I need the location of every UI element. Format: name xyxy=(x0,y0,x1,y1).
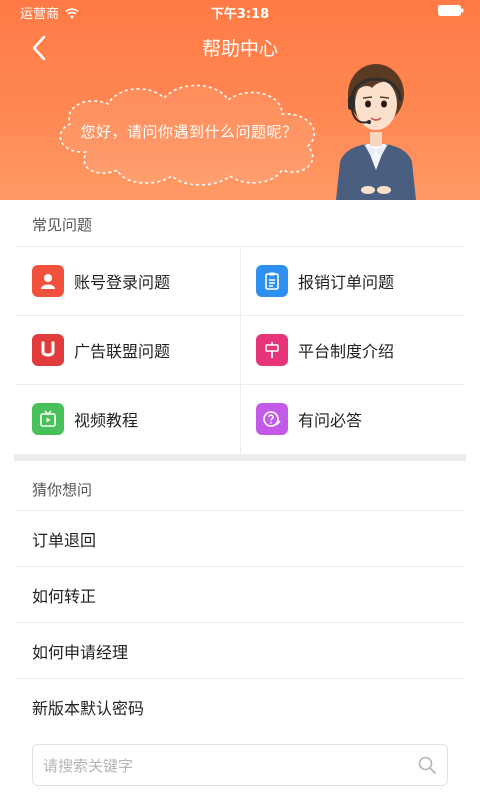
search-box xyxy=(32,744,448,787)
battery-icon xyxy=(438,5,464,16)
faq-qa[interactable]: 有问必答 xyxy=(240,384,464,453)
guess-questions-title: 猜你想问 xyxy=(32,481,93,499)
guess-questions-list: 订单退回 如何转正 如何申请经理 新版本默认密码 xyxy=(16,510,464,734)
u-letter-icon xyxy=(32,333,64,366)
header-banner: 运营商 下午3:18 帮助中心 您好，请问你遇到什么问题呢？ xyxy=(0,0,480,200)
faq-label: 平台制度介绍 xyxy=(298,341,395,361)
faq-video-tutorial[interactable]: 视频教程 xyxy=(16,384,240,453)
faq-platform-rules[interactable]: 平台制度介绍 xyxy=(240,315,464,384)
common-questions-grid: 账号登录问题 报销订单问题 广告联盟问题 平台制度介绍 视频教程 有问必答 xyxy=(16,246,464,454)
status-time: 下午3:18 xyxy=(210,7,270,22)
search-icon[interactable] xyxy=(417,755,437,775)
guess-item-order-return[interactable]: 订单退回 xyxy=(16,510,464,566)
status-bar: 运营商 下午3:18 xyxy=(0,0,480,22)
clipboard-icon xyxy=(256,264,288,297)
faq-ad-alliance[interactable]: 广告联盟问题 xyxy=(16,315,240,384)
faq-account-login[interactable]: 账号登录问题 xyxy=(16,246,240,315)
greeting-text: 您好，请问你遇到什么问题呢？ xyxy=(80,123,298,141)
faq-label: 视频教程 xyxy=(74,410,139,430)
search-input[interactable] xyxy=(41,745,405,787)
guess-item-regularization[interactable]: 如何转正 xyxy=(16,566,464,622)
video-icon xyxy=(32,402,64,435)
faq-label: 广告联盟问题 xyxy=(74,341,171,361)
guess-item-apply-manager[interactable]: 如何申请经理 xyxy=(16,622,464,678)
question-pen-icon xyxy=(256,402,288,435)
signpost-icon xyxy=(256,333,288,366)
common-questions-title: 常见问题 xyxy=(32,216,93,234)
back-button[interactable] xyxy=(24,32,56,64)
faq-reimbursement-order[interactable]: 报销订单问题 xyxy=(240,246,464,315)
faq-label: 报销订单问题 xyxy=(298,272,395,292)
customer-service-agent-icon xyxy=(336,64,416,200)
faq-label: 有问必答 xyxy=(298,410,363,430)
section-divider xyxy=(14,454,466,461)
user-icon xyxy=(32,264,64,297)
chevron-left-icon xyxy=(32,35,46,61)
guess-item-default-password[interactable]: 新版本默认密码 xyxy=(16,678,464,734)
faq-label: 账号登录问题 xyxy=(74,272,171,292)
